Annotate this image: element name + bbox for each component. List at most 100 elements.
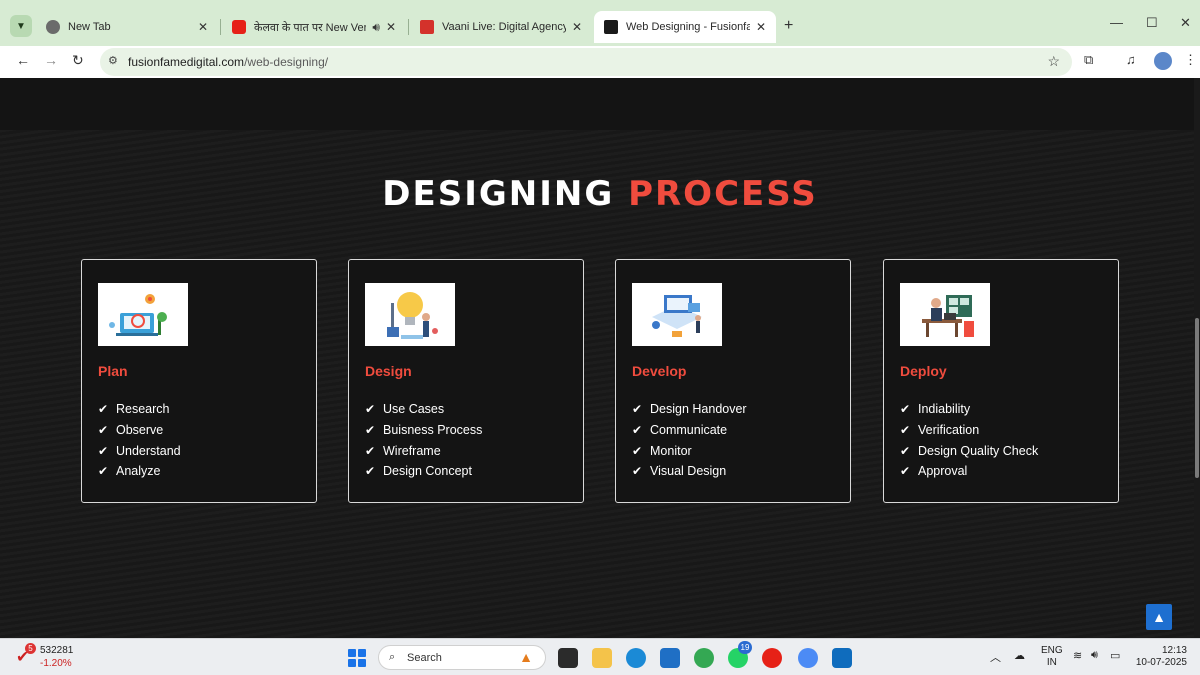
- site-info-icon[interactable]: ⚙: [108, 54, 118, 67]
- battery-icon[interactable]: ▭: [1110, 649, 1120, 662]
- tab-separator: [408, 19, 409, 35]
- web-page: DESIGNING PROCESS Plan ✔ Research ✔ Observ…: [0, 78, 1200, 638]
- bookmark-star-icon[interactable]: ☆: [1047, 53, 1060, 70]
- speaker-icon[interactable]: 🔊︎: [372, 20, 380, 35]
- list-item: ✔ Visual Design: [632, 461, 747, 482]
- tray-app-icon[interactable]: ☁: [1014, 649, 1025, 662]
- list-item: ✔ Use Cases: [365, 399, 482, 420]
- card-title: Develop: [632, 363, 687, 379]
- taskbar-search-box[interactable]: ⌕ Search ▲: [378, 645, 546, 670]
- tray-overflow-icon[interactable]: ︿: [990, 649, 1001, 665]
- card-list: ✔ Indiability ✔ Verification ✔ Design Quali…: [900, 399, 1038, 482]
- media-controls-icon[interactable]: ♫: [1126, 52, 1136, 67]
- reload-icon[interactable]: ↻: [72, 52, 84, 69]
- volume-icon[interactable]: 🔊︎: [1091, 649, 1098, 662]
- check-icon: ✔: [365, 443, 376, 458]
- close-icon[interactable]: ✕: [198, 20, 208, 34]
- stock-value[interactable]: 532281: [40, 645, 73, 656]
- menu-kebab-icon[interactable]: ⋮: [1184, 52, 1197, 68]
- list-item: ✔ Design Concept: [365, 461, 482, 482]
- card-list: ✔ Design Handover ✔ Communicate ✔ Monitor ✔…: [632, 399, 747, 482]
- check-icon: ✔: [900, 423, 911, 438]
- check-icon: ✔: [632, 402, 643, 417]
- vaani-icon: [420, 20, 434, 34]
- plan-illustration: [98, 283, 188, 346]
- address-bar[interactable]: ⚙ fusionfamedigital.com/web-designing/ ☆: [100, 48, 1072, 76]
- list-item: ✔ Buisness Process: [365, 420, 482, 441]
- edge-icon[interactable]: [626, 648, 646, 668]
- check-icon: ✔: [632, 464, 643, 479]
- process-card-plan: Plan ✔ Research ✔ Observe ✔ Understand ✔ Ana…: [81, 259, 317, 503]
- tab-youtube[interactable]: केलवा के पात पर New Version 🔊︎ ✕: [222, 11, 406, 43]
- language-indicator[interactable]: ENG IN: [1041, 645, 1063, 669]
- maximize-icon[interactable]: ☐: [1146, 15, 1158, 31]
- tab-search-button[interactable]: ▼: [10, 15, 32, 37]
- card-list: ✔ Use Cases ✔ Buisness Process ✔ Wireframe …: [365, 399, 482, 482]
- tab-web-designing[interactable]: Web Designing - Fusionfame Di ✕: [594, 11, 776, 43]
- process-card-design: Design ✔ Use Cases ✔ Buisness Process ✔ Wir…: [348, 259, 584, 503]
- close-icon[interactable]: ✕: [572, 20, 582, 34]
- process-card-develop: Develop ✔ Design Handover ✔ Communicate ✔ M…: [615, 259, 851, 503]
- list-item: ✔ Wireframe: [365, 440, 482, 461]
- minimize-icon[interactable]: —: [1110, 15, 1123, 30]
- heading-white-word: DESIGNING: [382, 174, 615, 214]
- list-item-label: Design Handover: [650, 402, 747, 417]
- tab-new-tab[interactable]: New Tab ✕: [36, 11, 218, 43]
- list-item: ✔ Monitor: [632, 440, 747, 461]
- list-item-label: Approval: [918, 464, 968, 479]
- search-highlight-icon: ▲: [519, 649, 533, 665]
- clock-date: 10-07-2025: [1135, 657, 1187, 668]
- profile-avatar[interactable]: [1154, 52, 1172, 70]
- list-item: ✔ Approval: [900, 461, 1038, 482]
- task-view-icon[interactable]: [558, 648, 578, 668]
- url-path: /web-designing/: [244, 55, 329, 69]
- check-icon: ✔: [632, 443, 643, 458]
- region-code: IN: [1046, 657, 1057, 668]
- chrome-taskbar-icon[interactable]: [694, 648, 714, 668]
- system-clock[interactable]: 12:13 10-07-2025: [1135, 645, 1187, 669]
- list-item-label: Research: [116, 402, 170, 417]
- tab-vaani[interactable]: Vaani Live: Digital Agency, Web ✕: [410, 11, 592, 43]
- stock-change: -1.20%: [40, 658, 72, 669]
- list-item-label: Understand: [116, 443, 181, 458]
- extensions-icon[interactable]: ⧉: [1084, 52, 1093, 68]
- close-icon[interactable]: ✕: [756, 20, 766, 34]
- youtube-music-icon[interactable]: [762, 648, 782, 668]
- close-icon[interactable]: ✕: [386, 20, 396, 34]
- outlook-icon[interactable]: [832, 648, 852, 668]
- list-item-label: Visual Design: [650, 464, 727, 479]
- check-icon: ✔: [365, 423, 376, 438]
- language-code: ENG: [1041, 645, 1063, 656]
- list-item-label: Buisness Process: [383, 423, 483, 438]
- list-item-label: Design Quality Check: [918, 443, 1039, 458]
- list-item-label: Use Cases: [383, 402, 445, 417]
- file-explorer-icon[interactable]: [592, 648, 612, 668]
- chevron-up-icon: ▲: [1152, 609, 1166, 625]
- section-heading: DESIGNING PROCESS: [0, 174, 1200, 214]
- check-icon: ✔: [900, 443, 911, 458]
- list-item-label: Design Concept: [383, 464, 472, 479]
- card-title: Plan: [98, 363, 128, 379]
- wifi-icon[interactable]: ≋: [1073, 649, 1082, 662]
- fusionfame-icon: [604, 20, 618, 34]
- vscode-icon[interactable]: [660, 648, 680, 668]
- windows-start-icon[interactable]: [348, 649, 366, 667]
- forward-arrow-icon[interactable]: →: [44, 52, 58, 68]
- url-text[interactable]: fusionfamedigital.com/web-designing/: [128, 55, 328, 69]
- scroll-to-top-button[interactable]: ▲: [1146, 604, 1172, 630]
- window-close-icon[interactable]: ✕: [1180, 15, 1191, 31]
- scrollbar-thumb[interactable]: [1195, 318, 1199, 478]
- check-icon: ✔: [98, 464, 109, 479]
- chrome-active-icon[interactable]: [798, 648, 818, 668]
- tab-title: केलवा के पात पर New Version: [254, 21, 367, 34]
- check-icon: ✔: [900, 402, 911, 417]
- list-item-label: Wireframe: [383, 443, 441, 458]
- list-item: ✔ Verification: [900, 420, 1038, 441]
- new-tab-button[interactable]: +: [784, 17, 793, 35]
- check-icon: ✔: [365, 464, 376, 479]
- list-item-label: Communicate: [650, 423, 728, 438]
- check-icon: ✔: [900, 464, 911, 479]
- back-arrow-icon[interactable]: ←: [16, 52, 30, 68]
- list-item-label: Analyze: [116, 464, 161, 479]
- card-title: Deploy: [900, 363, 947, 379]
